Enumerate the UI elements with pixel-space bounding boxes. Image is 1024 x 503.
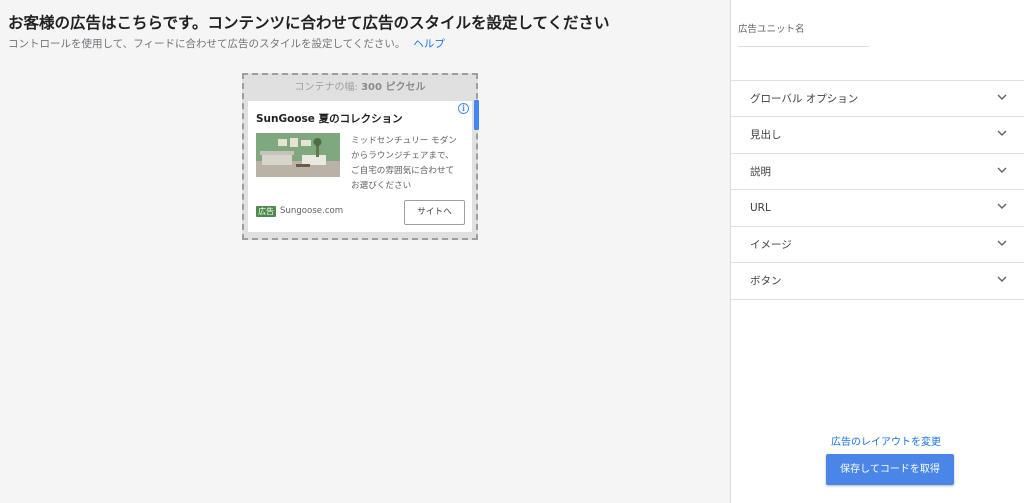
ad-description-line: お選びください: [351, 181, 412, 191]
ad-info-icon[interactable]: i: [458, 103, 469, 114]
ad-cta-button[interactable]: サイトへ: [404, 200, 465, 225]
section-image[interactable]: イメージ: [731, 226, 1024, 263]
section-description[interactable]: 説明: [731, 153, 1024, 190]
ad-description-line: からラウンジチェアまで、: [351, 151, 454, 161]
ad-description-line: ご自宅の雰囲気に合わせて: [351, 166, 455, 176]
chevron-down-icon: [997, 203, 1007, 209]
page-subtitle: コントロールを使用して、フィードに合わせて広告のスタイルを設定してください。 ヘル…: [8, 36, 445, 51]
preview-area: お客様の広告はこちらです。コンテンツに合わせて広告のスタイルを設定してください …: [0, 0, 730, 503]
container-width-value: 300 ピクセル: [361, 82, 426, 93]
chevron-down-icon: [997, 240, 1007, 246]
section-global-options[interactable]: グローバル オプション: [731, 80, 1024, 117]
ad-image: [256, 133, 340, 177]
chevron-down-icon: [997, 130, 1007, 136]
section-label: ボタン: [750, 275, 782, 287]
change-layout-link[interactable]: 広告のレイアウトを変更: [831, 433, 941, 448]
ad-description-line: ミッドセンチュリー モダン: [351, 136, 457, 146]
section-divider: [731, 299, 1024, 300]
ad-description: ミッドセンチュリー モダン からラウンジチェアまで、 ご自宅の雰囲気に合わせて …: [351, 134, 469, 194]
help-link[interactable]: ヘルプ: [413, 38, 445, 50]
container-width-label: コンテナの幅: 300 ピクセル: [244, 75, 476, 101]
section-label: 説明: [750, 166, 771, 178]
chevron-down-icon: [997, 167, 1007, 173]
unit-name-input[interactable]: [738, 33, 869, 47]
section-label: 見出し: [750, 129, 782, 141]
living-room-illustration: [256, 133, 340, 177]
section-button[interactable]: ボタン: [731, 262, 1024, 299]
ad-headline: SunGoose 夏のコレクション: [256, 113, 403, 125]
container-width-prefix: コンテナの幅:: [294, 82, 358, 93]
section-label: URL: [750, 202, 771, 214]
page-title: お客様の広告はこちらです。コンテンツに合わせて広告のスタイルを設定してください: [8, 14, 610, 32]
ad-domain: Sungoose.com: [280, 206, 344, 216]
subtitle-text: コントロールを使用して、フィードに合わせて広告のスタイルを設定してください。: [8, 38, 406, 50]
chevron-down-icon: [997, 94, 1007, 100]
ad-preview: i SunGoose 夏のコレクション ミッドセンチュリー モダン からラウンジ…: [248, 101, 472, 232]
section-url[interactable]: URL: [731, 189, 1024, 226]
section-label: イメージ: [750, 239, 792, 251]
settings-panel: 広告ユニット名 グローバル オプション 見出し 説明 URL イメージ ボタン …: [730, 0, 1024, 503]
section-headline[interactable]: 見出し: [731, 116, 1024, 153]
ad-container: コンテナの幅: 300 ピクセル i SunGoose 夏のコレクション ミッド…: [242, 73, 479, 240]
ad-badge: 広告: [256, 206, 276, 217]
save-and-get-code-button[interactable]: 保存してコードを取得: [826, 454, 954, 485]
chevron-down-icon: [997, 276, 1007, 282]
resize-handle[interactable]: [474, 100, 479, 130]
section-label: グローバル オプション: [750, 93, 859, 105]
